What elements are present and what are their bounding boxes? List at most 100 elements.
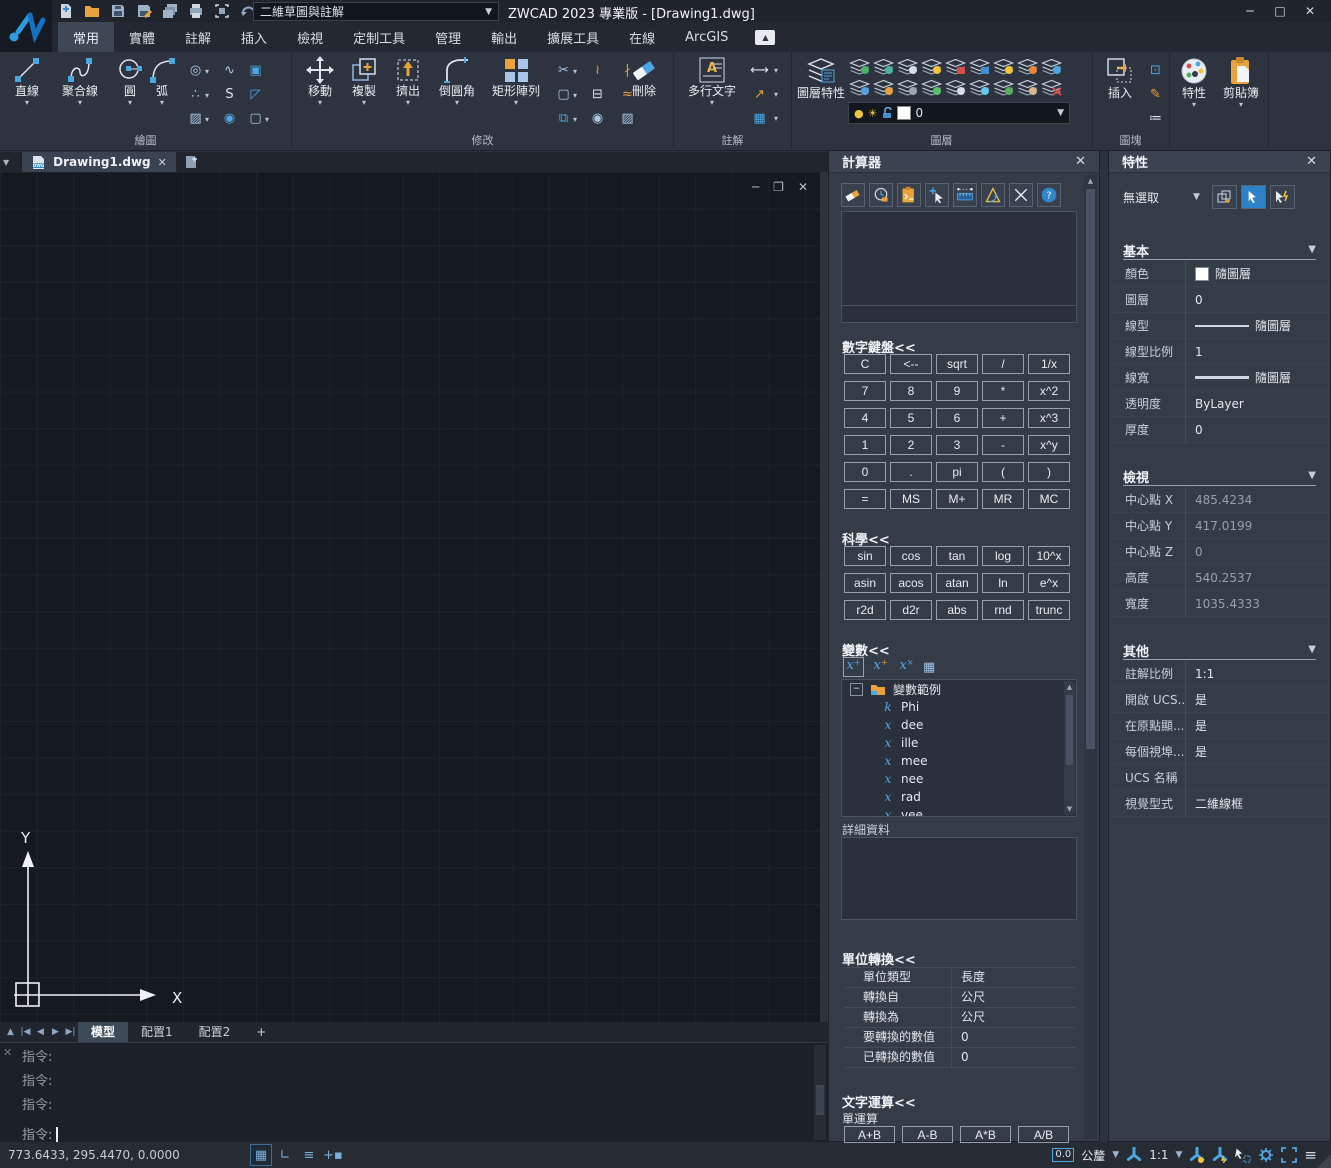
tab-annotate[interactable]: 註解 <box>170 22 226 52</box>
key-MS[interactable]: MS <box>890 489 932 509</box>
key-epowx[interactable]: e^x <box>1028 573 1070 593</box>
key-rnd[interactable]: rnd <box>982 600 1024 620</box>
tab-layout1[interactable]: 配置1 <box>128 1022 186 1042</box>
key-MR[interactable]: MR <box>982 489 1024 509</box>
properties-palette-button[interactable]: 特性▾ <box>1172 56 1216 109</box>
key-tan[interactable]: tan <box>936 546 978 566</box>
dropdown-icon[interactable]: ▾ <box>573 67 577 76</box>
key-cube[interactable]: x^3 <box>1028 408 1070 428</box>
unit-label[interactable]: 公釐 <box>1081 1147 1105 1164</box>
tab-arcgis[interactable]: ArcGIS <box>670 22 743 52</box>
key-9[interactable]: 9 <box>936 381 978 401</box>
unit-dropdown-icon[interactable]: ▼ <box>1112 1150 1119 1160</box>
doc-minimize-icon[interactable]: ─ <box>752 180 759 194</box>
key-atan[interactable]: atan <box>936 573 978 593</box>
annotation-scale-icon[interactable] <box>1126 1147 1142 1163</box>
tab-list-icon[interactable]: ▼ <box>3 158 9 167</box>
offset-icon[interactable]: ⧉ <box>554 109 573 128</box>
tab-custom-tools[interactable]: 定制工具 <box>338 22 420 52</box>
distance-icon[interactable] <box>953 183 977 207</box>
quick-select-button[interactable] <box>1212 185 1237 209</box>
rectangle-icon[interactable]: ▣ <box>246 61 265 80</box>
variable-row[interactable]: xvee <box>842 806 1076 817</box>
key-pi[interactable]: pi <box>936 462 978 482</box>
delete-variable-icon[interactable]: x× <box>897 658 916 676</box>
maximize-button[interactable]: □ <box>1265 0 1295 22</box>
drawing-canvas[interactable]: ─ ❐ ✕ Y X <box>0 172 820 1022</box>
key-multiply[interactable]: * <box>982 381 1024 401</box>
save-icon[interactable] <box>110 3 127 19</box>
key-power[interactable]: x^y <box>1028 435 1070 455</box>
key-close-paren[interactable]: ) <box>1028 462 1070 482</box>
layer-freeze-icon[interactable] <box>968 79 991 96</box>
status-menu-icon[interactable]: ≡ <box>1304 1146 1317 1164</box>
scale-dropdown-icon[interactable]: ▼ <box>1176 1150 1183 1160</box>
dropdown-icon[interactable]: ▾ <box>205 91 209 100</box>
arc-button[interactable]: 弧▾ <box>142 56 182 107</box>
calculator-input[interactable] <box>841 305 1077 323</box>
stretch-icon[interactable]: ▢ <box>554 85 573 104</box>
key-sin[interactable]: sin <box>844 546 886 566</box>
tab-view[interactable]: 檢視 <box>282 22 338 52</box>
calculator-close-icon[interactable]: ✕ <box>1075 154 1086 169</box>
leader-icon[interactable]: ↗ <box>750 85 769 104</box>
region-icon[interactable]: ◸ <box>246 85 265 104</box>
point-icon[interactable]: ∴ <box>186 85 205 104</box>
fullscreen-icon[interactable] <box>1281 1147 1297 1163</box>
key-6[interactable]: 6 <box>936 408 978 428</box>
annotation-visibility-icon[interactable] <box>1189 1147 1205 1163</box>
dropdown-icon[interactable]: ▾ <box>205 67 209 76</box>
tab-layout2[interactable]: 配置2 <box>186 1022 244 1042</box>
properties-close-icon[interactable]: ✕ <box>1306 154 1317 169</box>
key-C[interactable]: C <box>844 354 886 374</box>
revision-cloud-icon[interactable]: ∿ <box>220 61 239 80</box>
key-Mplus[interactable]: M+ <box>936 489 978 509</box>
op-a-times-b[interactable]: A*B <box>960 1126 1011 1143</box>
op-a-div-b[interactable]: A/B <box>1018 1126 1069 1143</box>
key-plus[interactable]: + <box>982 408 1024 428</box>
variable-row[interactable]: xnee <box>842 770 1076 788</box>
return-to-input-icon[interactable]: ▦ <box>923 660 935 675</box>
toggle-pickadd-button[interactable] <box>1270 185 1295 209</box>
key-square[interactable]: x^2 <box>1028 381 1070 401</box>
key-open-paren[interactable]: ( <box>982 462 1024 482</box>
dropdown-icon[interactable]: ▾ <box>573 115 577 124</box>
edit-variable-icon[interactable]: x+ <box>871 658 890 676</box>
key-2[interactable]: 2 <box>890 435 932 455</box>
key-10powx[interactable]: 10^x <box>1028 546 1070 566</box>
selection-cycling-icon[interactable] <box>1235 1147 1251 1163</box>
key-acos[interactable]: acos <box>890 573 932 593</box>
variable-row[interactable]: xdee <box>842 716 1076 734</box>
layer-bulb-on-icon[interactable] <box>992 58 1015 75</box>
ortho-mode-toggle[interactable]: ∟ <box>274 1144 296 1166</box>
doc-restore-icon[interactable]: ❐ <box>773 180 784 194</box>
next-layout-icon[interactable]: ▶ <box>48 1027 63 1037</box>
trim-icon[interactable]: ✂ <box>554 61 573 80</box>
gear-icon[interactable] <box>1258 1147 1274 1163</box>
document-tab[interactable]: DWG Drawing1.dwg ✕ <box>22 152 176 172</box>
lineweight-toggle[interactable]: ≡ <box>298 1144 320 1166</box>
command-close-icon[interactable]: ✕ <box>3 1046 12 1059</box>
align-icon[interactable]: ⊟ <box>588 85 607 104</box>
layer-isolate-icon[interactable] <box>1040 58 1063 75</box>
polyline-button[interactable]: 聚合線▾ <box>52 56 108 107</box>
center-circle-icon[interactable]: ◎ <box>186 61 205 80</box>
command-input[interactable]: 指令: <box>22 1124 58 1143</box>
key-backspace[interactable]: <-- <box>890 354 932 374</box>
key-decimal[interactable]: . <box>890 462 932 482</box>
variable-row[interactable]: kPhi <box>842 698 1076 716</box>
key-cos[interactable]: cos <box>890 546 932 566</box>
dropdown-icon[interactable]: ▾ <box>774 66 786 75</box>
key-7[interactable]: 7 <box>844 381 886 401</box>
fillet-button[interactable]: 倒圓角▾ <box>432 56 482 107</box>
table-icon[interactable]: ▦ <box>750 109 769 128</box>
variables-folder-row[interactable]: − 變數範例 <box>842 680 1076 698</box>
layer-match-icon[interactable] <box>872 79 895 96</box>
new-file-icon[interactable] <box>58 3 75 19</box>
layer-thaw-icon[interactable] <box>920 58 943 75</box>
key-abs[interactable]: abs <box>936 600 978 620</box>
close-tab-icon[interactable]: ✕ <box>158 156 167 169</box>
textops-section-header[interactable]: 文字運算<< <box>842 1092 916 1111</box>
save-as-icon[interactable] <box>136 3 153 19</box>
tab-home[interactable]: 常用 <box>58 22 114 52</box>
